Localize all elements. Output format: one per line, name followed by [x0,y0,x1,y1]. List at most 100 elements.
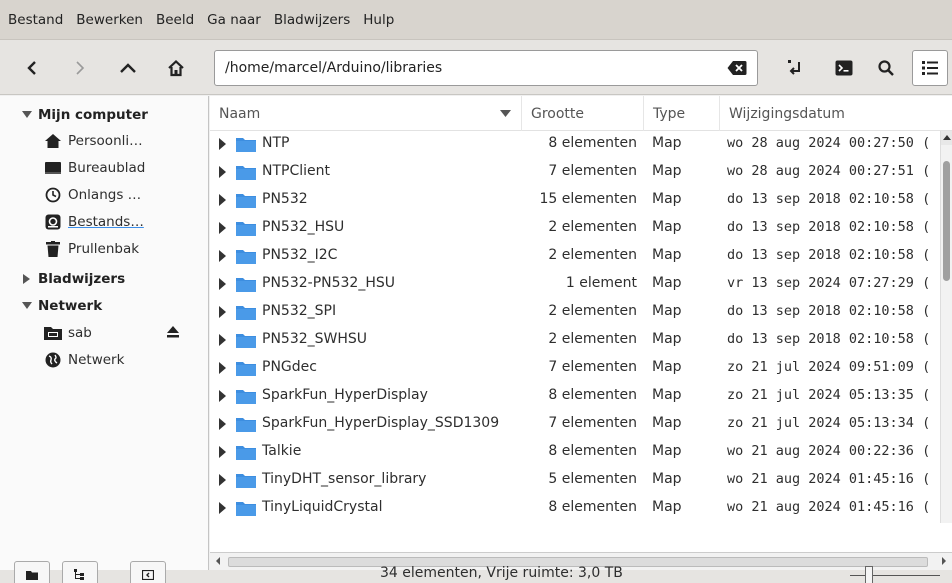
file-date: do 13 sep 2018 02:10:58 ( [727,191,931,207]
vertical-scrollbar[interactable] [940,131,952,523]
file-size: 1 element [565,275,637,291]
expander-triangle-icon[interactable] [219,194,227,206]
zoom-slider-knob[interactable] [865,566,873,583]
network-drive-icon [44,324,62,342]
expander-triangle-icon[interactable] [219,446,227,458]
vertical-scroll-thumb[interactable] [943,161,950,281]
column-header-label: Type [653,105,686,122]
column-header-grootte[interactable]: Grootte [522,96,644,131]
clock-icon [44,186,62,204]
sidebar-item-label: sab [68,325,92,341]
file-row[interactable]: TinyLiquidCrystal 8 elementen Map wo 21 aug… [210,494,940,522]
menu-bladwijzers[interactable]: Bladwijzers [274,12,350,28]
folder-icon [236,166,256,180]
terminal-button[interactable] [826,50,862,86]
file-type: Map [652,247,682,263]
list-view-button[interactable] [912,50,948,86]
expander-triangle-icon[interactable] [219,138,227,150]
file-row[interactable]: NTPClient 7 elementen Map wo 28 aug 2024 00… [210,158,940,186]
expander-triangle-icon[interactable] [219,166,227,178]
home-button[interactable] [158,50,194,86]
file-row[interactable]: TinyDHT_sensor_library 5 elementen Map wo 2… [210,466,940,494]
file-date: wo 21 aug 2024 01:45:16 ( [727,499,931,515]
expander-triangle-icon[interactable] [219,418,227,430]
sidebar-item-prullenbak[interactable]: Prullenbak [44,236,139,262]
file-name: Talkie [262,443,302,459]
search-icon [878,60,894,76]
column-header-type[interactable]: Type [644,96,720,131]
scroll-up-arrow[interactable] [941,131,952,145]
file-size: 7 elementen [548,359,637,375]
file-row[interactable]: SparkFun_HyperDisplay 8 elementen Map zo 21… [210,382,940,410]
menu-ga-naar[interactable]: Ga naar [207,12,261,28]
toolbar: /home/marcel/Arduino/libraries [0,40,952,95]
expander-triangle-icon[interactable] [219,250,227,262]
show-places-button[interactable] [14,561,50,583]
file-row[interactable]: PN532_HSU 2 elementen Map do 13 sep 2018 02… [210,214,940,242]
back-button[interactable] [14,50,50,86]
sidebar-item-bureaublad[interactable]: Bureaublad [44,155,145,181]
menu-bestand[interactable]: Bestand [8,12,63,28]
expander-triangle-icon[interactable] [219,474,227,486]
folder-icon [236,138,256,152]
menu-beeld[interactable]: Beeld [156,12,194,28]
expander-triangle-icon[interactable] [219,390,227,402]
folder-icon [236,390,256,404]
expander-triangle-icon[interactable] [219,502,227,514]
file-row[interactable]: NTP 8 elementen Map wo 28 aug 2024 00:27:50… [210,130,940,158]
sidebar-section-mijn-computer[interactable]: Mijn computer [16,102,148,128]
sidebar-section-netwerk[interactable]: Netwerk [16,293,102,319]
hide-sidebar-button[interactable] [130,561,166,583]
file-name: PNGdec [262,359,317,375]
sidebar-item-bestandssysteem[interactable]: Bestands… [44,209,144,235]
file-row[interactable]: SparkFun_HyperDisplay_SSD1309 7 elementen… [210,410,940,438]
menu-bewerken[interactable]: Bewerken [76,12,143,28]
file-type: Map [652,471,682,487]
folder-icon [236,446,256,460]
sidebar-item-onlangs[interactable]: Onlangs … [44,182,141,208]
file-row[interactable]: PN532_I2C 2 elementen Map do 13 sep 2018 02… [210,242,940,270]
eject-button[interactable] [166,325,180,343]
sidebar-item-netwerk[interactable]: Netwerk [44,347,124,373]
file-row[interactable]: PNGdec 7 elementen Map zo 21 jul 2024 09:51… [210,354,940,382]
home-icon [44,132,62,150]
search-button[interactable] [868,50,904,86]
expander-triangle-icon[interactable] [219,278,227,290]
open-terminal-button[interactable] [778,50,814,86]
globe-icon [44,351,62,369]
file-name: SparkFun_HyperDisplay_SSD1309 [262,415,500,431]
file-name: PN532_SWHSU [262,331,368,347]
file-row[interactable]: PN532-PN532_HSU 1 element Map vr 13 sep 202… [210,270,940,298]
column-header-wijzigingsdatum[interactable]: Wijzigingsdatum [720,96,952,131]
up-button[interactable] [110,50,146,86]
zoom-slider-track[interactable] [850,575,940,576]
file-row[interactable]: PN532 15 elementen Map do 13 sep 2018 02:10… [210,186,940,214]
file-row[interactable]: PN532_SPI 2 elementen Map do 13 sep 2018 02… [210,298,940,326]
show-treeview-button[interactable] [62,561,98,583]
file-date: wo 28 aug 2024 00:27:50 ( [727,135,931,151]
file-size: 5 elementen [548,471,637,487]
expander-triangle-icon[interactable] [219,222,227,234]
file-size: 8 elementen [548,499,637,515]
location-bar[interactable]: /home/marcel/Arduino/libraries [214,50,758,86]
file-size: 2 elementen [548,303,637,319]
file-row[interactable]: PN532_SWHSU 2 elementen Map do 13 sep 2018 … [210,326,940,354]
file-name: TinyLiquidCrystal [262,499,383,515]
file-row[interactable]: Talkie 8 elementen Map wo 21 aug 2024 00:22… [210,438,940,466]
file-date: zo 21 jul 2024 05:13:35 ( [727,387,931,403]
menu-hulp[interactable]: Hulp [363,12,394,28]
folder-icon [236,502,256,516]
statusbar: 34 elementen, Vrije ruimte: 3,0 TB [0,561,952,583]
sidebar-section-bladwijzers[interactable]: Bladwijzers [16,266,125,292]
expander-triangle-icon[interactable] [219,334,227,346]
column-header-naam[interactable]: Naam [210,96,522,131]
file-size: 7 elementen [548,163,637,179]
expander-triangle-icon[interactable] [219,362,227,374]
drive-icon [44,213,62,231]
expander-triangle-icon[interactable] [219,306,227,318]
sidebar-item-persoonlijk[interactable]: Persoonli… [44,128,143,154]
clear-location-button[interactable] [727,60,747,80]
file-size: 15 elementen [539,191,637,207]
forward-button[interactable] [62,50,98,86]
folder-icon [236,222,256,236]
